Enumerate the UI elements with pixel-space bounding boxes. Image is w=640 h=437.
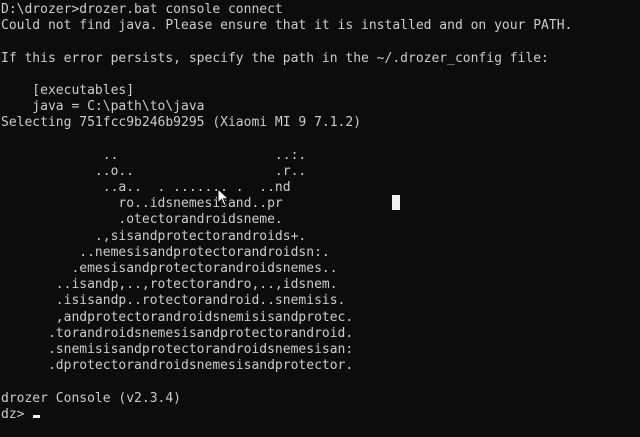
prompt-line[interactable]: dz> — [1, 407, 640, 423]
error-message: Could not find java. Please ensure that … — [1, 18, 573, 34]
ascii-art-line: .torandroidsnemesisandprotectorandroid. — [1, 325, 354, 341]
ascii-art-line: ,andprotectorandroidsnemisisandprotec. — [1, 309, 354, 325]
ascii-art-line: .dprotectorandroidsnemesisandprotector. — [1, 358, 354, 374]
ascii-art-line: .otectorandroidsneme. — [1, 212, 283, 228]
ascii-art-line: ..o.. .r.. — [1, 163, 307, 179]
config-section: [executables] — [1, 82, 135, 98]
console-window[interactable]: D:\drozer>drozer.bat console connect Cou… — [0, 0, 640, 437]
console-version: drozer Console (v2.3.4) — [1, 390, 182, 406]
ascii-art-line: .isisandp..rotectorandroid..snemisis. — [1, 293, 346, 309]
ascii-art-line: ..a.. . ....... . ..nd — [1, 180, 291, 196]
command-line: D:\drozer>drozer.bat console connect — [1, 2, 283, 17]
config-entry: java = C:\path\to\java — [1, 99, 205, 115]
ascii-art-line: ..nemesisandprotectorandroidsn:. — [1, 244, 330, 260]
input-caret — [33, 414, 41, 418]
ascii-art-line: .,sisandprotectorandroids+. — [1, 228, 307, 244]
ascii-art-line: .snemisisandprotectorandroidsnemesisan: — [1, 341, 354, 357]
hint-message: If this error persists, specify the path… — [1, 50, 549, 66]
ascii-art-line: ro..idsnemesisand..pr — [1, 196, 283, 212]
device-selection: Selecting 751fcc9b246b9295 (Xiaomi MI 9 … — [1, 115, 362, 131]
prompt-label: dz> — [1, 406, 33, 422]
ascii-art-line: ..isandp,..,rotectorandro,..,idsnem. — [1, 277, 338, 293]
arrow-cursor-icon — [217, 188, 230, 207]
block-cursor — [392, 195, 400, 210]
ascii-art-line: .. ..:. — [1, 147, 307, 163]
ascii-art-line: .emesisandprotectorandroidsnemes.. — [1, 261, 338, 276]
